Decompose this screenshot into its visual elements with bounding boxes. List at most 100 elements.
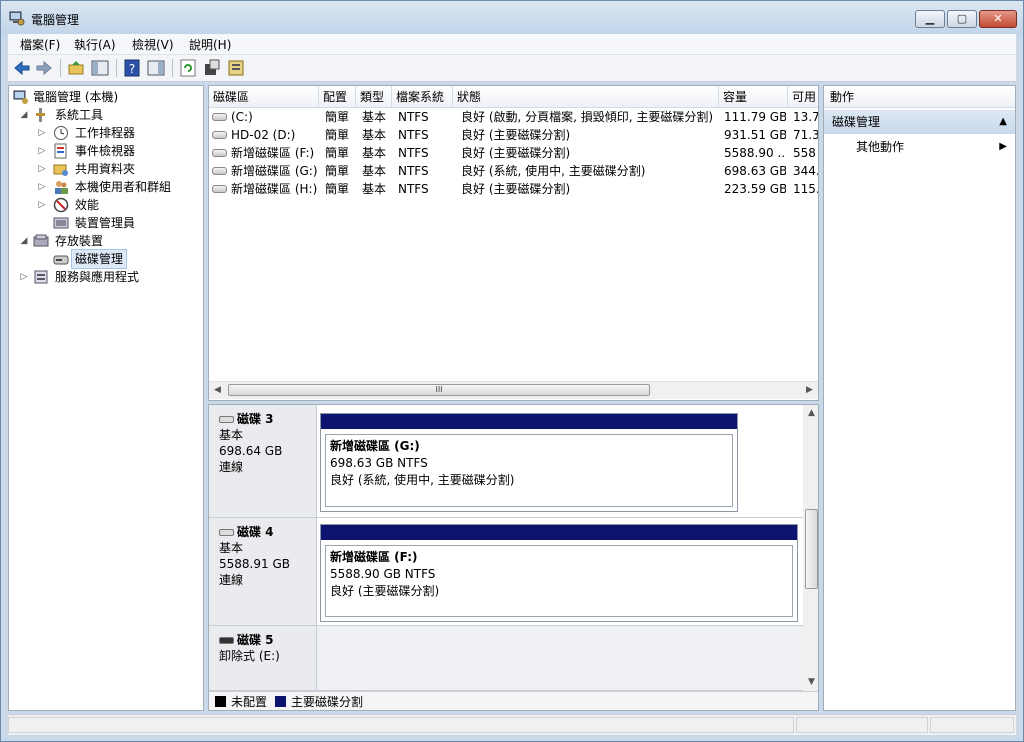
up-folder-icon[interactable] <box>66 58 86 78</box>
toolbar: ? <box>8 55 1016 82</box>
column-header-status[interactable]: 狀態 <box>453 86 719 108</box>
partition-name: 新增磁碟區 (F:) <box>330 550 418 564</box>
expand-arrow-icon[interactable]: ▷ <box>37 196 47 214</box>
menu-help[interactable]: 說明(H) <box>189 36 231 53</box>
clock-icon <box>54 126 68 140</box>
cell-type: 基本 <box>362 164 387 178</box>
tree-label: 本機使用者和群組 <box>75 180 172 194</box>
legend-primary: 主要磁碟分割 <box>291 695 364 709</box>
properties-icon[interactable] <box>202 58 222 78</box>
title-bar[interactable]: 電腦管理 ▁ ▢ ✕ <box>1 1 1023 34</box>
scroll-down-icon[interactable]: ▼ <box>803 674 818 691</box>
scroll-thumb[interactable]: III <box>228 384 650 396</box>
column-header-filesystem[interactable]: 檔案系統 <box>392 86 453 108</box>
tree-label: 電腦管理 (本機) <box>33 90 119 104</box>
primary-partition-bar <box>321 414 737 429</box>
disk-4-label[interactable]: 磁碟 4 基本 5588.91 GB 連線 <box>209 518 317 626</box>
drive-icon <box>212 131 227 139</box>
table-row[interactable]: 新增磁碟區 (F:) 簡單 基本 NTFS 良好 (主要磁碟分割) 5588.9… <box>209 144 818 162</box>
scroll-thumb[interactable] <box>805 509 818 589</box>
expand-arrow-icon[interactable]: ▷ <box>37 142 47 160</box>
column-header-type[interactable]: 類型 <box>356 86 392 108</box>
legend-swatch-primary <box>275 696 286 707</box>
collapse-arrow-icon[interactable]: ◢ <box>19 106 29 124</box>
column-header-free[interactable]: 可用 <box>788 86 818 108</box>
disk-name: 磁碟 3 <box>237 412 274 426</box>
tree-label: 存放裝置 <box>55 234 104 248</box>
cell-layout: 簡單 <box>325 182 350 196</box>
disk-3-area: 新增磁碟區 (G:) 698.63 GB NTFS 良好 (系統, 使用中, 主… <box>317 405 803 518</box>
cell-status: 良好 (主要磁碟分割) <box>461 128 571 142</box>
cell-capacity: 698.63 GB <box>724 164 786 178</box>
close-button[interactable]: ✕ <box>979 10 1017 28</box>
status-bar <box>8 714 1016 735</box>
tree-label: 磁碟管理 <box>70 249 128 269</box>
toolbar-separator <box>172 59 173 77</box>
disk-icon <box>219 416 234 423</box>
cell-type: 基本 <box>362 146 387 160</box>
actions-title: 動作 <box>824 86 1015 108</box>
collapse-arrow-icon[interactable]: ◢ <box>19 232 29 250</box>
menu-view[interactable]: 檢視(V) <box>132 36 174 53</box>
menu-action[interactable]: 執行(A) <box>74 36 116 53</box>
cell-layout: 簡單 <box>325 128 350 142</box>
disk-state: 連線 <box>219 460 244 474</box>
table-row[interactable]: 新增磁碟區 (G:) 簡單 基本 NTFS 良好 (系統, 使用中, 主要磁碟分… <box>209 162 818 180</box>
actions-section-disk-management[interactable]: 磁碟管理 ▲ <box>824 110 1015 134</box>
table-row[interactable]: 新增磁碟區 (H:) 簡單 基本 NTFS 良好 (主要磁碟分割) 223.59… <box>209 180 818 198</box>
horizontal-scrollbar[interactable]: ◀ III ▶ <box>209 381 818 399</box>
cell-capacity: 5588.90 ... <box>724 146 786 160</box>
cell-type: 基本 <box>362 182 387 196</box>
maximize-button[interactable]: ▢ <box>947 10 977 28</box>
disk-5-label[interactable]: 磁碟 5 卸除式 (E:) <box>209 626 317 691</box>
refresh-icon[interactable] <box>178 58 198 78</box>
help-icon[interactable]: ? <box>122 58 142 78</box>
minimize-button[interactable]: ▁ <box>915 10 945 28</box>
export-icon[interactable] <box>226 58 246 78</box>
column-header-capacity[interactable]: 容量 <box>719 86 788 108</box>
navigation-tree: 電腦管理 (本機) ◢ 系統工具 ▷ 工作排程器 ▷ 事件檢視器 ▷ 共用資料夾… <box>8 85 204 711</box>
expand-arrow-icon[interactable]: ▷ <box>19 268 29 286</box>
scroll-up-icon[interactable]: ▲ <box>803 405 818 422</box>
cell-volume: (C:) <box>231 110 253 124</box>
tree-label: 事件檢視器 <box>75 144 136 158</box>
back-icon[interactable] <box>12 58 32 78</box>
expand-arrow-icon[interactable]: ▷ <box>37 160 47 178</box>
menu-file[interactable]: 檔案(F) <box>20 36 60 53</box>
scroll-left-icon[interactable]: ◀ <box>209 382 226 399</box>
actions-pane: 動作 磁碟管理 ▲ 其他動作 ▶ <box>823 85 1016 711</box>
collapse-up-icon[interactable]: ▲ <box>999 110 1007 134</box>
more-actions-label: 其他動作 <box>856 140 905 154</box>
partition-g[interactable]: 新增磁碟區 (G:) 698.63 GB NTFS 良好 (系統, 使用中, 主… <box>320 413 738 512</box>
disk-kind: 基本 <box>219 428 244 442</box>
forward-icon[interactable] <box>34 58 54 78</box>
toolbar-separator <box>60 59 61 77</box>
partition-size: 5588.90 GB NTFS <box>330 567 436 581</box>
vertical-scrollbar[interactable]: ▲ ▼ <box>803 405 818 691</box>
removable-disk-icon <box>219 637 234 644</box>
toolbar-separator <box>116 59 117 77</box>
disk-3-label[interactable]: 磁碟 3 基本 698.64 GB 連線 <box>209 405 317 518</box>
table-row[interactable]: HD-02 (D:) 簡單 基本 NTFS 良好 (主要磁碟分割) 931.51… <box>209 126 818 144</box>
computer-management-icon <box>13 90 28 104</box>
cell-capacity: 931.51 GB <box>724 128 786 142</box>
partition-f[interactable]: 新增磁碟區 (F:) 5588.90 GB NTFS 良好 (主要磁碟分割) <box>320 524 798 622</box>
submenu-arrow-icon: ▶ <box>999 141 1007 152</box>
disk-map: 磁碟 3 基本 698.64 GB 連線 新增磁碟區 (G:) 698.63 G… <box>208 404 819 711</box>
expand-arrow-icon[interactable]: ▷ <box>37 124 47 142</box>
disk-size: 698.64 GB <box>219 444 283 458</box>
column-header-layout[interactable]: 配置 <box>319 86 356 108</box>
table-row[interactable]: (C:) 簡單 基本 NTFS 良好 (啟動, 分頁檔案, 損毀傾印, 主要磁碟… <box>209 108 818 126</box>
expand-arrow-icon[interactable]: ▷ <box>37 178 47 196</box>
cell-volume: 新增磁碟區 (H:) <box>231 182 318 196</box>
show-hide-tree-icon[interactable] <box>90 58 110 78</box>
scroll-right-icon[interactable]: ▶ <box>801 382 818 399</box>
tree-label: 服務與應用程式 <box>55 270 140 284</box>
disk-4-area: 新增磁碟區 (F:) 5588.90 GB NTFS 良好 (主要磁碟分割) <box>317 518 803 626</box>
disk-kind: 基本 <box>219 541 244 555</box>
cell-status: 良好 (啟動, 分頁檔案, 損毀傾印, 主要磁碟分割) <box>461 110 714 124</box>
show-hide-action-icon[interactable] <box>146 58 166 78</box>
column-header-volume[interactable]: 磁碟區 <box>209 86 319 108</box>
more-actions-item[interactable]: 其他動作 ▶ <box>824 136 1015 158</box>
partition-details: 新增磁碟區 (F:) 5588.90 GB NTFS 良好 (主要磁碟分割) <box>325 545 793 617</box>
